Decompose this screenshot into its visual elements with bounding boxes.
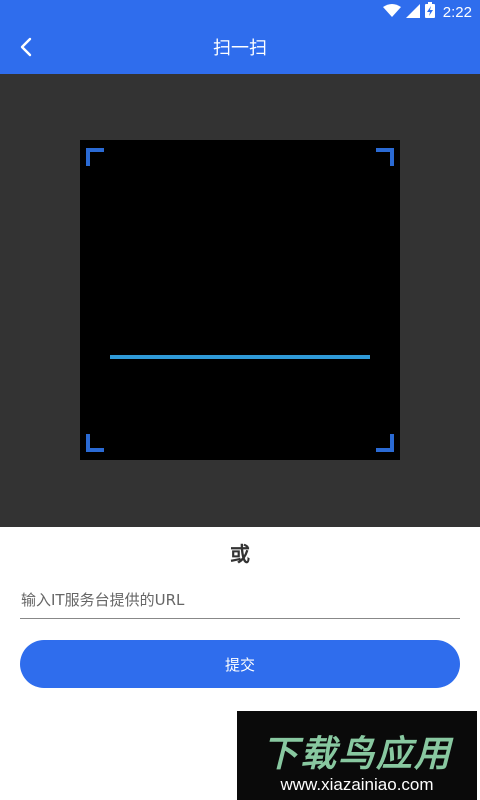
watermark-logo: 下载鸟应用 www.xiazainiao.com [237, 711, 477, 800]
status-time: 2:22 [442, 3, 472, 21]
wifi-icon [382, 3, 401, 22]
app-bar: 扫一扫 [0, 24, 480, 74]
watermark-url: www.xiazainiao.com [280, 775, 434, 794]
viewfinder-corner-top-right [376, 148, 394, 166]
viewfinder-corner-bottom-right [376, 434, 394, 452]
submit-button[interactable]: 提交 [20, 640, 460, 688]
viewfinder-corner-top-left [86, 148, 104, 166]
battery-charging-icon [424, 2, 435, 22]
scanner-area [0, 74, 480, 527]
status-icons: 2:22 [382, 0, 472, 24]
watermark-brand: 下载鸟应用 [261, 734, 452, 775]
page-title: 扫一扫 [213, 38, 267, 59]
divider-text: 或 [230, 542, 250, 566]
url-input[interactable] [20, 581, 460, 619]
signal-icon [405, 3, 420, 22]
viewfinder-corner-bottom-left [86, 434, 104, 452]
scan-viewfinder [80, 140, 400, 460]
scan-line [110, 355, 370, 359]
status-bar: 2:22 [0, 0, 480, 24]
